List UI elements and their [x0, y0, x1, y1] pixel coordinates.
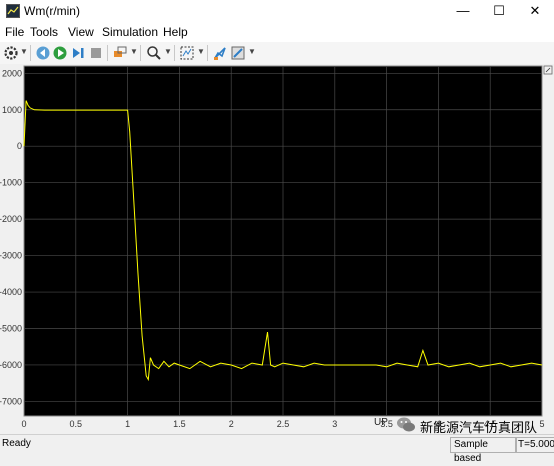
status-bar: Ready Sample based T=5.000: [0, 434, 554, 464]
y-tick-label: -5000: [0, 324, 22, 334]
x-tick-label: 2.5: [277, 419, 290, 429]
gear-icon[interactable]: [3, 45, 19, 61]
x-tick-label: 1.5: [173, 419, 186, 429]
scope-app-icon: [6, 4, 20, 18]
highlight-icon[interactable]: [112, 45, 128, 61]
toolbar-separator: [140, 45, 141, 61]
menu-tools[interactable]: Tools: [30, 25, 58, 39]
scope-plot[interactable]: 0 0.5 1 1.5 2 2.5 3 3.5 4 4.5 5200010000-1000-2000…: [0, 64, 554, 434]
toolbar-separator: [174, 45, 175, 61]
y-tick-label: -6000: [0, 360, 22, 370]
y-tick-label: 0: [17, 141, 22, 151]
toolbar-separator: [207, 45, 208, 61]
close-button[interactable]: ✕: [512, 0, 554, 22]
y-tick-label: -1000: [0, 178, 22, 188]
wechat-logo-icon: [397, 417, 415, 432]
y-tick-label: 2000: [2, 68, 22, 78]
undock-icon[interactable]: [543, 65, 553, 75]
menu-view[interactable]: View: [68, 25, 94, 39]
back-icon[interactable]: [35, 45, 51, 61]
y-tick-label: -2000: [0, 214, 22, 224]
x-tick-label: 5: [539, 419, 544, 429]
menu-help[interactable]: Help: [163, 25, 188, 39]
highlight-dropdown-icon[interactable]: ▼: [130, 47, 138, 56]
x-tick-label: 2: [229, 419, 234, 429]
toolbar: ▼ ▼ ▼ ▼ ▼: [0, 42, 554, 65]
y-tick-label: -7000: [0, 396, 22, 406]
watermark-id: UP: [374, 417, 388, 428]
scope-plot-area[interactable]: 0 0.5 1 1.5 2 2.5 3 3.5 4 4.5 5 2000 1000 0 -1000 -2000…: [0, 64, 554, 434]
edit-icon[interactable]: [230, 45, 246, 61]
toolbar-separator: [107, 45, 108, 61]
menu-simulation[interactable]: Simulation: [102, 25, 158, 39]
window-title: Wm(r/min): [24, 4, 80, 18]
status-ready: Ready: [2, 438, 31, 449]
run-icon[interactable]: [52, 45, 68, 61]
settings-dropdown-icon[interactable]: ▼: [20, 47, 28, 56]
toolbar-separator: [30, 45, 31, 61]
x-tick-label: 1: [125, 419, 130, 429]
x-tick-label: 3: [332, 419, 337, 429]
title-bar: Wm(r/min) — ☐ ✕: [0, 0, 554, 22]
x-tick-label: 0.5: [70, 419, 83, 429]
y-tick-label: 1000: [2, 105, 22, 115]
y-tick-label: -4000: [0, 287, 22, 297]
edit-dropdown-icon[interactable]: ▼: [248, 47, 256, 56]
menu-file[interactable]: File: [5, 25, 24, 39]
fit-icon[interactable]: [179, 45, 195, 61]
menu-bar: File Tools View Simulation Help: [0, 22, 554, 42]
x-tick-label: 0: [21, 419, 26, 429]
step-icon[interactable]: [70, 45, 86, 61]
style-icon[interactable]: [212, 45, 228, 61]
zoom-dropdown-icon[interactable]: ▼: [164, 47, 172, 56]
fit-dropdown-icon[interactable]: ▼: [197, 47, 205, 56]
y-tick-label: -3000: [0, 251, 22, 261]
stop-icon[interactable]: [88, 45, 104, 61]
zoom-icon[interactable]: [146, 45, 162, 61]
simulation-time: T=5.000: [515, 437, 554, 453]
sample-mode-indicator: Sample based: [450, 437, 517, 464]
